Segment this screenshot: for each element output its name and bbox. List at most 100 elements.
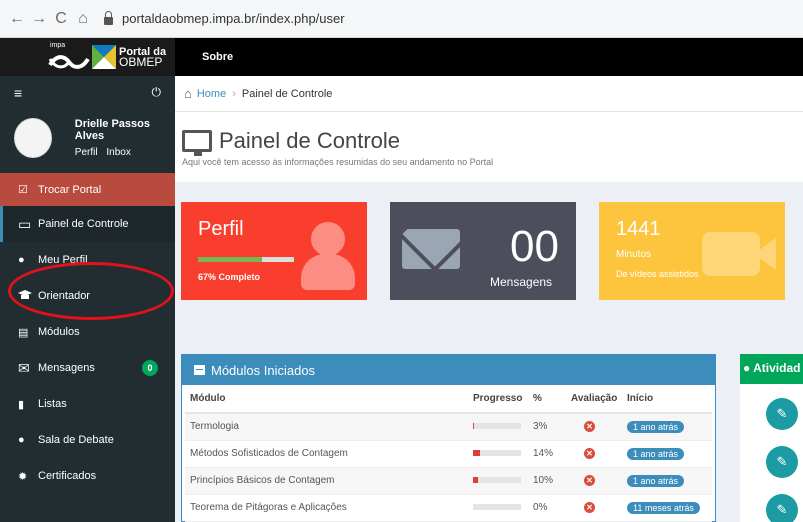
home-icon[interactable]: ⌂	[72, 10, 94, 28]
inicio-cell: 1 ano atrás	[622, 413, 712, 441]
messages-count-badge: 0	[142, 360, 158, 376]
minutos-label: Minutos	[616, 249, 652, 260]
sidebar-item-label: Sala de Debate	[38, 434, 114, 446]
progress-cell	[468, 494, 528, 522]
module-progress-bar	[473, 423, 521, 430]
sidebar-item-certificados[interactable]: ✹ Certificados	[0, 458, 175, 494]
user-silhouette-body	[301, 254, 355, 290]
arrow-left-icon[interactable]: ←	[6, 10, 28, 28]
circle-icon: ●	[743, 361, 751, 375]
page-subtitle: Aqui você tem acesso às informações resu…	[182, 157, 494, 167]
profile-link[interactable]: Perfil	[75, 147, 98, 158]
edit-icon[interactable]: ✎	[766, 446, 798, 478]
avatar	[14, 118, 52, 158]
perfil-card-title: Perfil	[198, 218, 244, 240]
edit-icon[interactable]: ✎	[766, 494, 798, 522]
breadcrumb: ⌂ Home › Painel de Controle	[175, 76, 803, 112]
highlight-annotation	[8, 262, 174, 320]
module-progress-fill	[473, 477, 478, 483]
video-camera-icon	[702, 232, 760, 276]
obmep-logo-icon	[92, 45, 116, 69]
comments-icon: ●	[18, 434, 25, 446]
breadcrumb-home[interactable]: Home	[197, 88, 226, 100]
browser-toolbar: ← → C ⌂ portaldaobmep.impa.br/index.php/…	[0, 0, 803, 38]
avaliacao-cell: ✕	[566, 440, 622, 468]
perfil-card[interactable]: Perfil 67% Completo	[181, 202, 367, 300]
inicio-badge: 1 ano atrás	[627, 474, 685, 487]
inicio-badge: 1 ano atrás	[627, 420, 685, 433]
module-progress-bar	[473, 450, 521, 456]
certificate-icon: ✹	[18, 470, 28, 483]
atividades-title-text: Atividad	[753, 361, 801, 375]
top-header: impa Portal da OBMEP Sobre	[0, 38, 803, 76]
envelope-icon: ✉	[18, 359, 30, 376]
address-bar[interactable]: portaldaobmep.impa.br/index.php/user	[104, 6, 803, 32]
home-icon[interactable]: ⌂	[184, 86, 192, 101]
module-progress-bar	[473, 504, 521, 510]
module-progress-fill	[473, 423, 475, 430]
checkbox-icon: ☑	[18, 184, 28, 196]
perfil-progress-caption: 67% Completo	[198, 272, 261, 282]
x-circle-icon: ✕	[584, 502, 595, 513]
sidebar-item-label: Módulos	[38, 326, 80, 338]
sidebar-item-listas[interactable]: ▮ Listas	[0, 386, 175, 422]
user-info: Drielle Passos Alves Perfil Inbox	[62, 118, 175, 158]
table-row[interactable]: Teorema de Pitágoras e Aplicações 0% ✕ 11 m…	[185, 494, 712, 522]
avaliacao-cell: ✕	[566, 467, 622, 495]
table-row[interactable]: Métodos Sofisticados de Contagem 14% ✕ 1 an…	[185, 440, 712, 468]
inbox-link[interactable]: Inbox	[106, 147, 130, 158]
lock-icon	[104, 10, 113, 25]
percent-cell: 0%	[528, 494, 566, 522]
file-icon: ▮	[18, 398, 25, 411]
envelope-icon	[402, 229, 460, 269]
modulo-name: Princípios Básicos de Contagem	[185, 467, 468, 495]
progress-cell	[468, 467, 528, 495]
monitor-icon: ▭	[18, 215, 32, 232]
inicio-cell: 11 meses atrás	[622, 494, 712, 522]
x-circle-icon: ✕	[584, 475, 595, 486]
arrow-right-icon[interactable]: →	[28, 10, 50, 28]
progress-cell	[468, 440, 528, 468]
sidebar-item-sala-de-debate[interactable]: ● Sala de Debate	[0, 422, 175, 458]
panel-title: Módulos Iniciados	[211, 362, 316, 378]
x-circle-icon: ✕	[584, 421, 595, 433]
module-progress-bar	[473, 477, 521, 483]
minutos-value: 1441	[616, 218, 661, 240]
sidebar-item-painel-de-controle[interactable]: ▭ Painel de Controle	[0, 206, 175, 242]
atividades-panel-title: ● Atividad	[743, 361, 800, 375]
mensagens-label: Mensagens	[490, 275, 553, 289]
video-camera-lens	[754, 238, 776, 270]
x-circle-icon: ✕	[584, 448, 595, 459]
avaliacao-cell: ✕	[566, 494, 622, 522]
impa-label: impa	[50, 42, 66, 49]
modulos-table: Módulo Progresso % Avaliação Início Term…	[185, 385, 712, 522]
mensagens-card[interactable]: 00 Mensagens	[390, 202, 576, 300]
table-row[interactable]: Termologia 3% ✕ 1 ano atrás	[185, 413, 712, 441]
portal-line2: OBMEP	[119, 55, 163, 69]
minutos-card[interactable]: 1441 Minutos De vídeos assistidos	[599, 202, 785, 300]
edit-icon[interactable]: ✎	[766, 398, 798, 430]
sidebar-item-trocar-portal[interactable]: ☑ Trocar Portal	[0, 173, 175, 206]
menu-icon[interactable]: ≡	[14, 85, 22, 101]
table-row[interactable]: Princípios Básicos de Contagem 10% ✕ 1 ano …	[185, 467, 712, 495]
user-name: Drielle Passos Alves	[74, 118, 150, 142]
sidebar-toolbar: ≡ ⏻	[0, 76, 175, 109]
perfil-progress-fill	[198, 257, 263, 262]
nav-sobre[interactable]: Sobre	[202, 38, 233, 76]
inicio-badge: 1 ano atrás	[627, 447, 685, 460]
reload-icon[interactable]: C	[50, 10, 72, 28]
column-header: Início	[622, 385, 712, 414]
inicio-cell: 1 ano atrás	[622, 440, 712, 468]
column-header: Avaliação	[566, 385, 622, 414]
sidebar-item-label: Trocar Portal	[38, 183, 102, 196]
power-icon[interactable]: ⏻	[152, 85, 162, 100]
sidebar-item-mensagens[interactable]: ✉ Mensagens 0	[0, 350, 175, 386]
column-header: %	[528, 385, 566, 414]
impa-logo-icon	[48, 55, 90, 69]
perfil-progress-bar	[198, 257, 294, 262]
portal-title: Portal da OBMEP	[119, 47, 166, 69]
brand-logo[interactable]: impa Portal da OBMEP	[0, 38, 175, 76]
breadcrumb-current: Painel de Controle	[241, 87, 333, 100]
module-progress-fill	[473, 450, 480, 456]
minutos-caption: De vídeos assistidos	[616, 269, 699, 279]
